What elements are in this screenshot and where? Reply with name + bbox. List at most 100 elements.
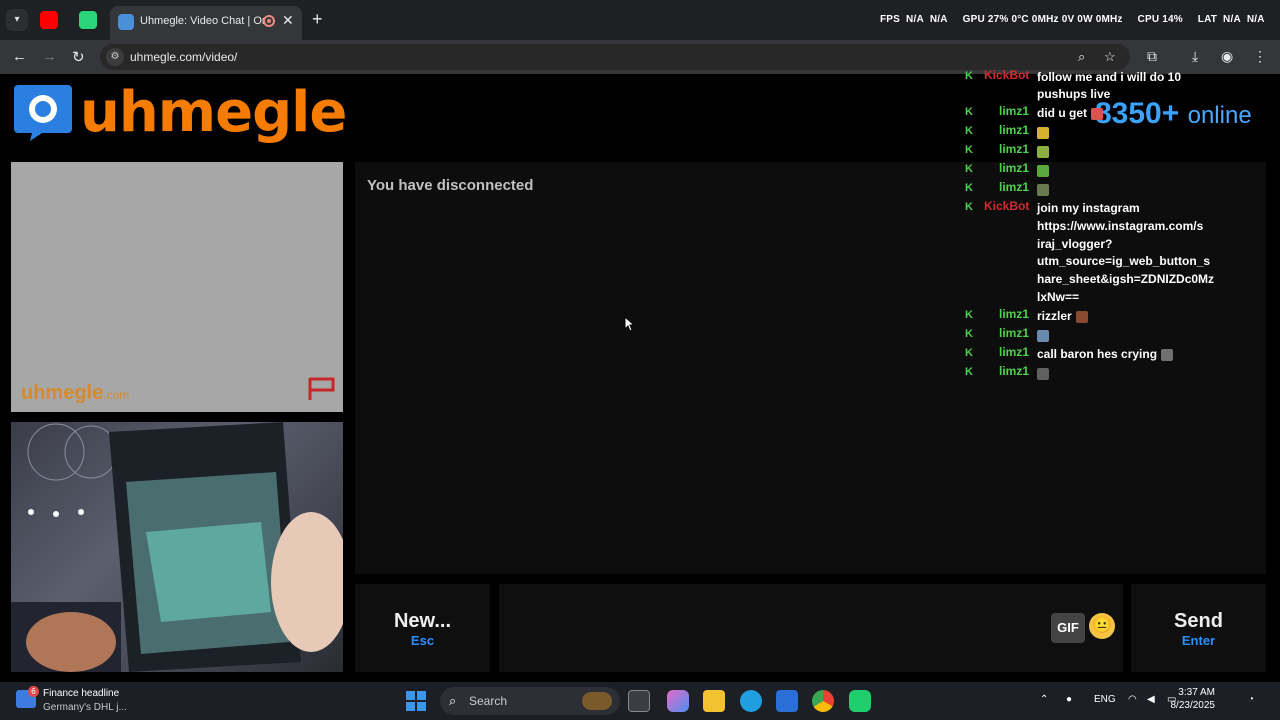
clock[interactable]: 3:37 AM 8/23/2025 <box>1165 687 1216 711</box>
emote-icon <box>1075 310 1088 323</box>
new-button-hint: Esc <box>410 633 435 648</box>
extensions-icon[interactable]: ⧉ <box>1147 48 1157 65</box>
news-title[interactable]: Finance headline <box>43 688 119 699</box>
search-label: Search <box>469 694 508 708</box>
profile-icon[interactable]: ◉ <box>1221 48 1233 65</box>
overlay-chat-message: call baron hes crying <box>1037 347 1158 361</box>
overlay-chat-message: pushups live <box>1037 87 1111 101</box>
search-highlight-icon <box>582 692 612 710</box>
send-button-hint: Enter <box>1181 633 1216 648</box>
youtube-pinned-tab[interactable] <box>40 11 58 29</box>
download-icon[interactable]: ⤓ <box>1192 48 1198 65</box>
fps-value: N/A <box>906 14 924 25</box>
wifi-icon[interactable]: ◠ <box>1128 694 1137 705</box>
online-count: 8350+ online <box>1095 97 1252 131</box>
lat-value-2: N/A <box>1246 14 1265 25</box>
emote-icon <box>1091 107 1103 120</box>
overlay-chat-user: KickBot <box>984 199 1030 213</box>
tab-search-button[interactable]: ▾ <box>6 9 28 31</box>
overlay-chat-user: limz1 <box>999 161 1030 175</box>
overlay-chat-user: limz1 <box>999 364 1030 378</box>
tab-title: Uhmegle: Video Chat | Ome <box>140 15 264 27</box>
tray-chevron-icon[interactable]: ⌃ <box>1040 694 1048 705</box>
microsoft-store-icon[interactable] <box>776 690 798 712</box>
gpu-stats: GPU 27% 0°C 0MHz 0V 0W 0MHz <box>962 14 1123 25</box>
clock-time: 3:37 AM <box>1178 687 1215 698</box>
app-pinned-tab[interactable] <box>79 11 97 29</box>
stranger-video: uhmegle.com <box>11 162 343 412</box>
kick-badge-icon: K <box>965 328 973 340</box>
emote-icon <box>1161 348 1174 361</box>
send-button[interactable]: Send Enter <box>1131 584 1266 672</box>
fps-label: FPS <box>880 14 901 25</box>
site-info-icon[interactable]: ⚙ <box>106 48 124 66</box>
overlay-chat-user: limz1 <box>999 142 1030 156</box>
uhmegle-logo-icon <box>14 85 72 141</box>
kick-badge-icon: K <box>965 182 973 194</box>
performance-overlay: FPS N/A N/A GPU 27% 0°C 0MHz 0V 0W 0MHz … <box>880 14 1268 25</box>
send-button-label: Send <box>1174 610 1223 632</box>
overlay-chat-message: rizzler <box>1037 309 1072 323</box>
mouse-cursor-icon <box>624 316 635 332</box>
kick-app-icon[interactable] <box>849 690 871 712</box>
overlay-chat-user: limz1 <box>999 104 1030 118</box>
overlay-chat-user: KickBot <box>984 68 1030 82</box>
language-indicator[interactable]: ENG <box>1094 694 1116 705</box>
video-watermark: uhmegle.com <box>21 382 129 405</box>
volume-icon[interactable]: ◀ <box>1147 694 1155 705</box>
overlay-chat-user: limz1 <box>999 180 1030 194</box>
url-text[interactable]: uhmegle.com/video/ <box>130 50 237 64</box>
new-tab-button[interactable]: + <box>312 9 323 30</box>
lat-label: LAT <box>1197 14 1218 25</box>
microphone-icon[interactable]: ● <box>1066 694 1072 705</box>
overlay-chat-message: did u get <box>1037 106 1087 120</box>
file-explorer-icon[interactable] <box>703 690 725 712</box>
emoji-icon[interactable]: 😐 <box>1089 613 1115 639</box>
kick-badge-icon: K <box>965 125 973 137</box>
kick-badge-icon: K <box>965 347 973 359</box>
disconnect-status: You have disconnected <box>367 177 534 194</box>
back-icon[interactable]: ← <box>12 48 27 65</box>
chrome-icon[interactable] <box>812 690 834 712</box>
overlay-chat-message: join my instagram <box>1037 201 1140 215</box>
uhmegle-favicon <box>118 14 134 30</box>
overlay-chat-message: utm_source=ig_web_button_s <box>1037 254 1211 268</box>
new-chat-button[interactable]: New... Esc <box>355 584 490 672</box>
copilot-icon[interactable] <box>667 690 689 712</box>
kick-badge-icon: K <box>965 70 973 82</box>
kick-badge-icon: K <box>965 201 973 213</box>
task-view-icon[interactable] <box>628 690 650 712</box>
kick-badge-icon: K <box>965 106 973 118</box>
bookmark-star-icon[interactable]: ☆ <box>1104 49 1116 65</box>
camera-feed-image <box>11 422 343 672</box>
kick-badge-icon: K <box>965 366 973 378</box>
emote-icon <box>1037 183 1049 196</box>
emote-icon <box>1037 367 1049 380</box>
edge-browser-icon[interactable] <box>740 690 762 712</box>
report-flag-icon[interactable] <box>307 376 337 402</box>
active-tab[interactable]: Uhmegle: Video Chat | Ome ✕ <box>110 6 302 40</box>
self-camera-video <box>11 422 343 672</box>
menu-icon[interactable]: ⋮ <box>1253 48 1267 65</box>
forward-icon[interactable]: → <box>42 48 57 65</box>
message-input[interactable]: GIF 😐 <box>499 584 1123 672</box>
reload-icon[interactable]: ↻ <box>72 48 85 66</box>
search-icon: ⌕ <box>449 693 457 708</box>
gif-button[interactable]: GIF <box>1051 613 1085 643</box>
zoom-icon[interactable]: ⌕ <box>1078 49 1085 65</box>
overlay-chat-user: limz1 <box>999 345 1030 359</box>
logo-text[interactable]: uhmegle <box>80 80 347 145</box>
kick-badge-icon: K <box>965 163 973 175</box>
notification-bell-icon[interactable]: ◔ <box>1248 694 1254 705</box>
close-tab-icon[interactable]: ✕ <box>282 12 294 29</box>
news-subtitle[interactable]: Germany's DHL j... <box>43 702 127 713</box>
overlay-chat-user: limz1 <box>999 307 1030 321</box>
taskbar-search[interactable]: ⌕ Search <box>440 687 620 715</box>
emote-icon <box>1037 145 1049 158</box>
kick-badge-icon: K <box>965 144 973 156</box>
emote-icon <box>1037 126 1049 139</box>
online-suffix: online <box>1187 102 1252 129</box>
overlay-chat-message: lxNw== <box>1037 290 1080 304</box>
windows-start-icon[interactable] <box>406 691 426 711</box>
address-bar[interactable]: ⚙ uhmegle.com/video/ ⌕ ☆ <box>100 44 1130 70</box>
